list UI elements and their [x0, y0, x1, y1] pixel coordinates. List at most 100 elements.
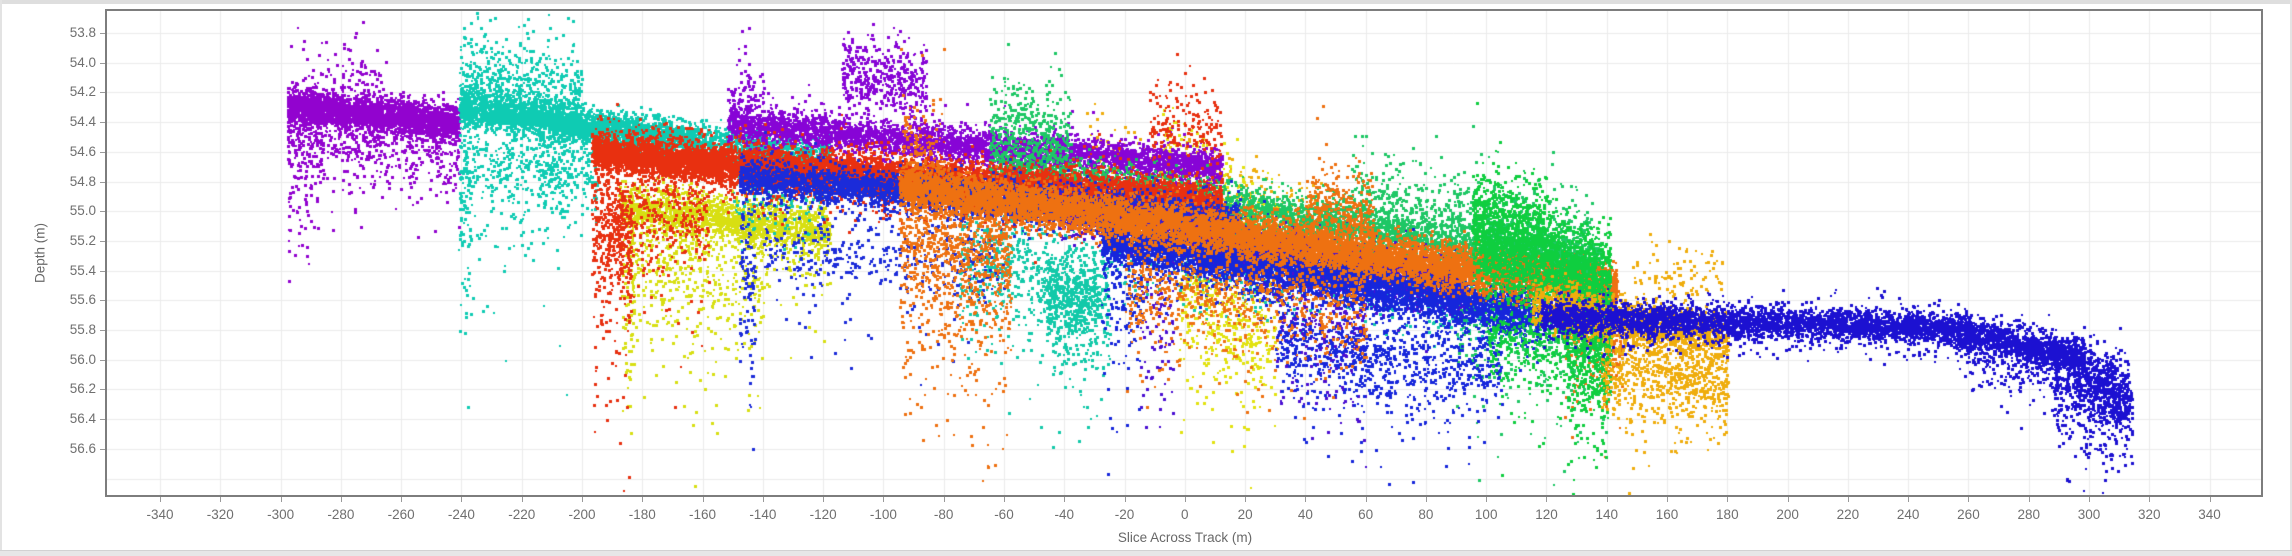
x-tick-label: -100	[869, 507, 897, 522]
x-tick-mark	[2028, 497, 2030, 502]
x-tick-label: 300	[2077, 507, 2101, 522]
y-tick-mark	[100, 389, 105, 391]
y-tick-label: 54.2	[69, 84, 96, 100]
x-tick-mark	[220, 497, 222, 502]
x-tick-mark	[160, 497, 162, 502]
x-tick-mark	[1787, 497, 1789, 502]
x-tick-label: -320	[206, 507, 234, 522]
y-tick-mark	[100, 419, 105, 421]
x-tick-mark	[1847, 497, 1849, 502]
y-tick-label: 54.6	[69, 143, 96, 159]
x-tick-label: -160	[689, 507, 717, 522]
panel-top-border	[0, 0, 2292, 4]
x-tick-mark	[521, 497, 523, 502]
y-tick-mark	[100, 211, 105, 213]
x-tick-label: -20	[1114, 507, 1135, 522]
y-tick-label: 55.6	[69, 292, 96, 308]
x-tick-mark	[642, 497, 644, 502]
y-tick-label: 55.4	[69, 262, 96, 278]
x-tick-mark	[1305, 497, 1307, 502]
y-tick-mark	[100, 330, 105, 331]
y-tick-mark	[100, 181, 105, 183]
x-tick-mark	[1727, 497, 1729, 502]
y-tick-label: 55.0	[69, 203, 96, 219]
x-tick-mark	[762, 497, 764, 502]
y-tick-label: 56.0	[69, 351, 96, 367]
x-tick-label: -200	[568, 507, 596, 522]
x-tick-mark	[1064, 497, 1066, 502]
x-tick-label: -280	[327, 507, 355, 522]
x-tick-label: 200	[1776, 507, 1799, 522]
y-tick-label: 54.0	[69, 54, 96, 70]
x-tick-label: -120	[809, 507, 837, 522]
x-tick-mark	[1606, 497, 1608, 502]
x-axis-title: Slice Across Track (m)	[1117, 530, 1253, 545]
y-tick-label: 56.4	[69, 411, 96, 427]
y-tick-label: 54.4	[69, 114, 96, 130]
depth-slice-panel: Depth (m) 53.8 54.0 54.2 54.4 54.6 54.8 55.0 55…	[0, 0, 2292, 556]
panel-bottom-border	[0, 550, 2292, 556]
x-tick-mark	[943, 497, 945, 502]
x-tick-label: -220	[508, 507, 536, 522]
x-tick-mark	[1667, 497, 1669, 502]
y-tick-mark	[100, 448, 105, 450]
x-tick-label: 100	[1474, 507, 1498, 522]
x-tick-label: 140	[1595, 507, 1619, 522]
x-tick-label: 320	[2138, 507, 2161, 522]
x-tick-mark	[702, 497, 704, 502]
x-tick-label: 120	[1535, 507, 1558, 522]
x-tick-label: -80	[933, 507, 954, 522]
y-tick-mark	[100, 151, 105, 153]
x-tick-mark	[1908, 497, 1910, 502]
x-tick-label: -180	[628, 507, 656, 522]
x-tick-label: 240	[1896, 507, 1920, 522]
x-tick-mark	[1245, 497, 1247, 502]
x-tick-label: 180	[1716, 507, 1739, 522]
y-tick-label: 56.2	[69, 381, 96, 397]
x-tick-mark	[1003, 497, 1005, 502]
x-tick-mark	[2089, 497, 2090, 502]
y-tick-label: 55.8	[69, 322, 96, 337]
x-tick-mark	[883, 497, 885, 502]
x-tick-label: -340	[146, 507, 174, 522]
x-tick-label: -40	[1054, 507, 1074, 522]
x-tick-mark	[1546, 497, 1548, 502]
x-tick-mark	[582, 497, 583, 502]
x-tick-mark	[2209, 497, 2211, 502]
x-tick-label: -260	[387, 507, 415, 522]
x-tick-mark	[1425, 497, 1427, 502]
y-tick-label: 54.8	[69, 173, 96, 189]
y-tick-mark	[100, 122, 105, 124]
x-tick-mark	[1968, 497, 1970, 502]
y-tick-mark	[100, 270, 105, 272]
x-tick-label: 340	[2198, 507, 2221, 522]
x-tick-mark	[1184, 497, 1186, 502]
x-tick-label: -300	[267, 507, 295, 522]
x-tick-mark	[340, 497, 342, 502]
x-tick-label: 0	[1181, 507, 1189, 522]
x-tick-label: 80	[1418, 507, 1434, 522]
x-tick-label: 220	[1836, 507, 1860, 522]
x-tick-mark	[1124, 497, 1126, 502]
y-tick-label: 55.2	[69, 232, 96, 248]
x-tick-label: 20	[1237, 507, 1253, 522]
y-tick-mark	[100, 62, 105, 64]
scatter-canvas[interactable]	[107, 11, 2261, 495]
y-tick-mark	[100, 240, 105, 242]
x-tick-mark	[823, 497, 825, 502]
x-tick-label: 60	[1358, 507, 1374, 522]
y-tick-label: 56.6	[69, 440, 96, 456]
y-tick-label: 53.8	[69, 25, 96, 40]
x-tick-mark	[401, 497, 403, 502]
x-tick-mark	[1365, 497, 1367, 502]
y-tick-mark	[100, 300, 105, 302]
x-tick-mark	[461, 497, 463, 502]
y-tick-mark	[100, 33, 105, 34]
y-tick-mark	[100, 92, 105, 94]
y-tick-mark	[100, 359, 105, 361]
x-tick-label: 260	[1957, 507, 1980, 522]
x-tick-label: 160	[1655, 507, 1679, 522]
x-tick-mark	[280, 497, 282, 502]
x-tick-label: -240	[447, 507, 475, 522]
x-tick-label: 40	[1297, 507, 1313, 522]
